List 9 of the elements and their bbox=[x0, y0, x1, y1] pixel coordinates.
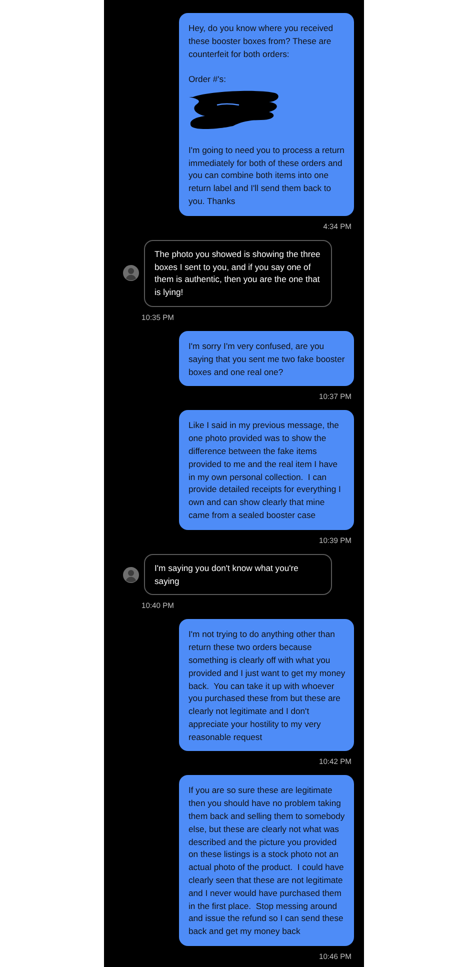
avatar-icon bbox=[122, 566, 138, 583]
message-bubble: I'm not trying to do anything other than return these two orders because something is clearly off with what you provided and I just want to get my money back. You can take it up with whoever you purchased these from but these are clearly not legitimate and I don't appreciate your hostility to my very reasonable request bbox=[178, 619, 354, 752]
message-bubble: The photo you showed is showing the three boxes I sent to you, and if you say one of them is authentic, then you are the one that is lying! bbox=[144, 240, 332, 307]
message-bubble: Hey, do you know where you received these booster boxes from? These are counterfeit for both orders: Order #'s: I'm going to need you to process a return immediately for both of these orders and you can combine both items into one return label and I'll send them back to you. Thanks bbox=[178, 13, 354, 216]
message-bubble: Like I said in my previous message, the one photo provided was to show the difference between the fake items provided to me and the real item I have in my own personal collection. I can provide detailed receipts for everything I own and can show clearly that mine came from a sealed booster case bbox=[178, 410, 354, 530]
message-bubble: I'm sorry I'm very confused, are you saying that you sent me two fake booster boxes and one real one? bbox=[178, 330, 354, 386]
message-bubble: I'm saying you don't know what you're saying bbox=[144, 554, 332, 596]
message-bubble: If you are so sure these are legitimate then you should have no problem taking them back and selling them to somebody else, but these are clearly not what was described and the picture you provided on these listings is a stock photo not an actual photo of the product. I could have clearly seen that these are not legitimate and I never would have purchased them in the first place. Stop messing around and issue the refund so I can send these back and get my money back bbox=[178, 775, 354, 946]
avatar-icon bbox=[122, 265, 138, 282]
